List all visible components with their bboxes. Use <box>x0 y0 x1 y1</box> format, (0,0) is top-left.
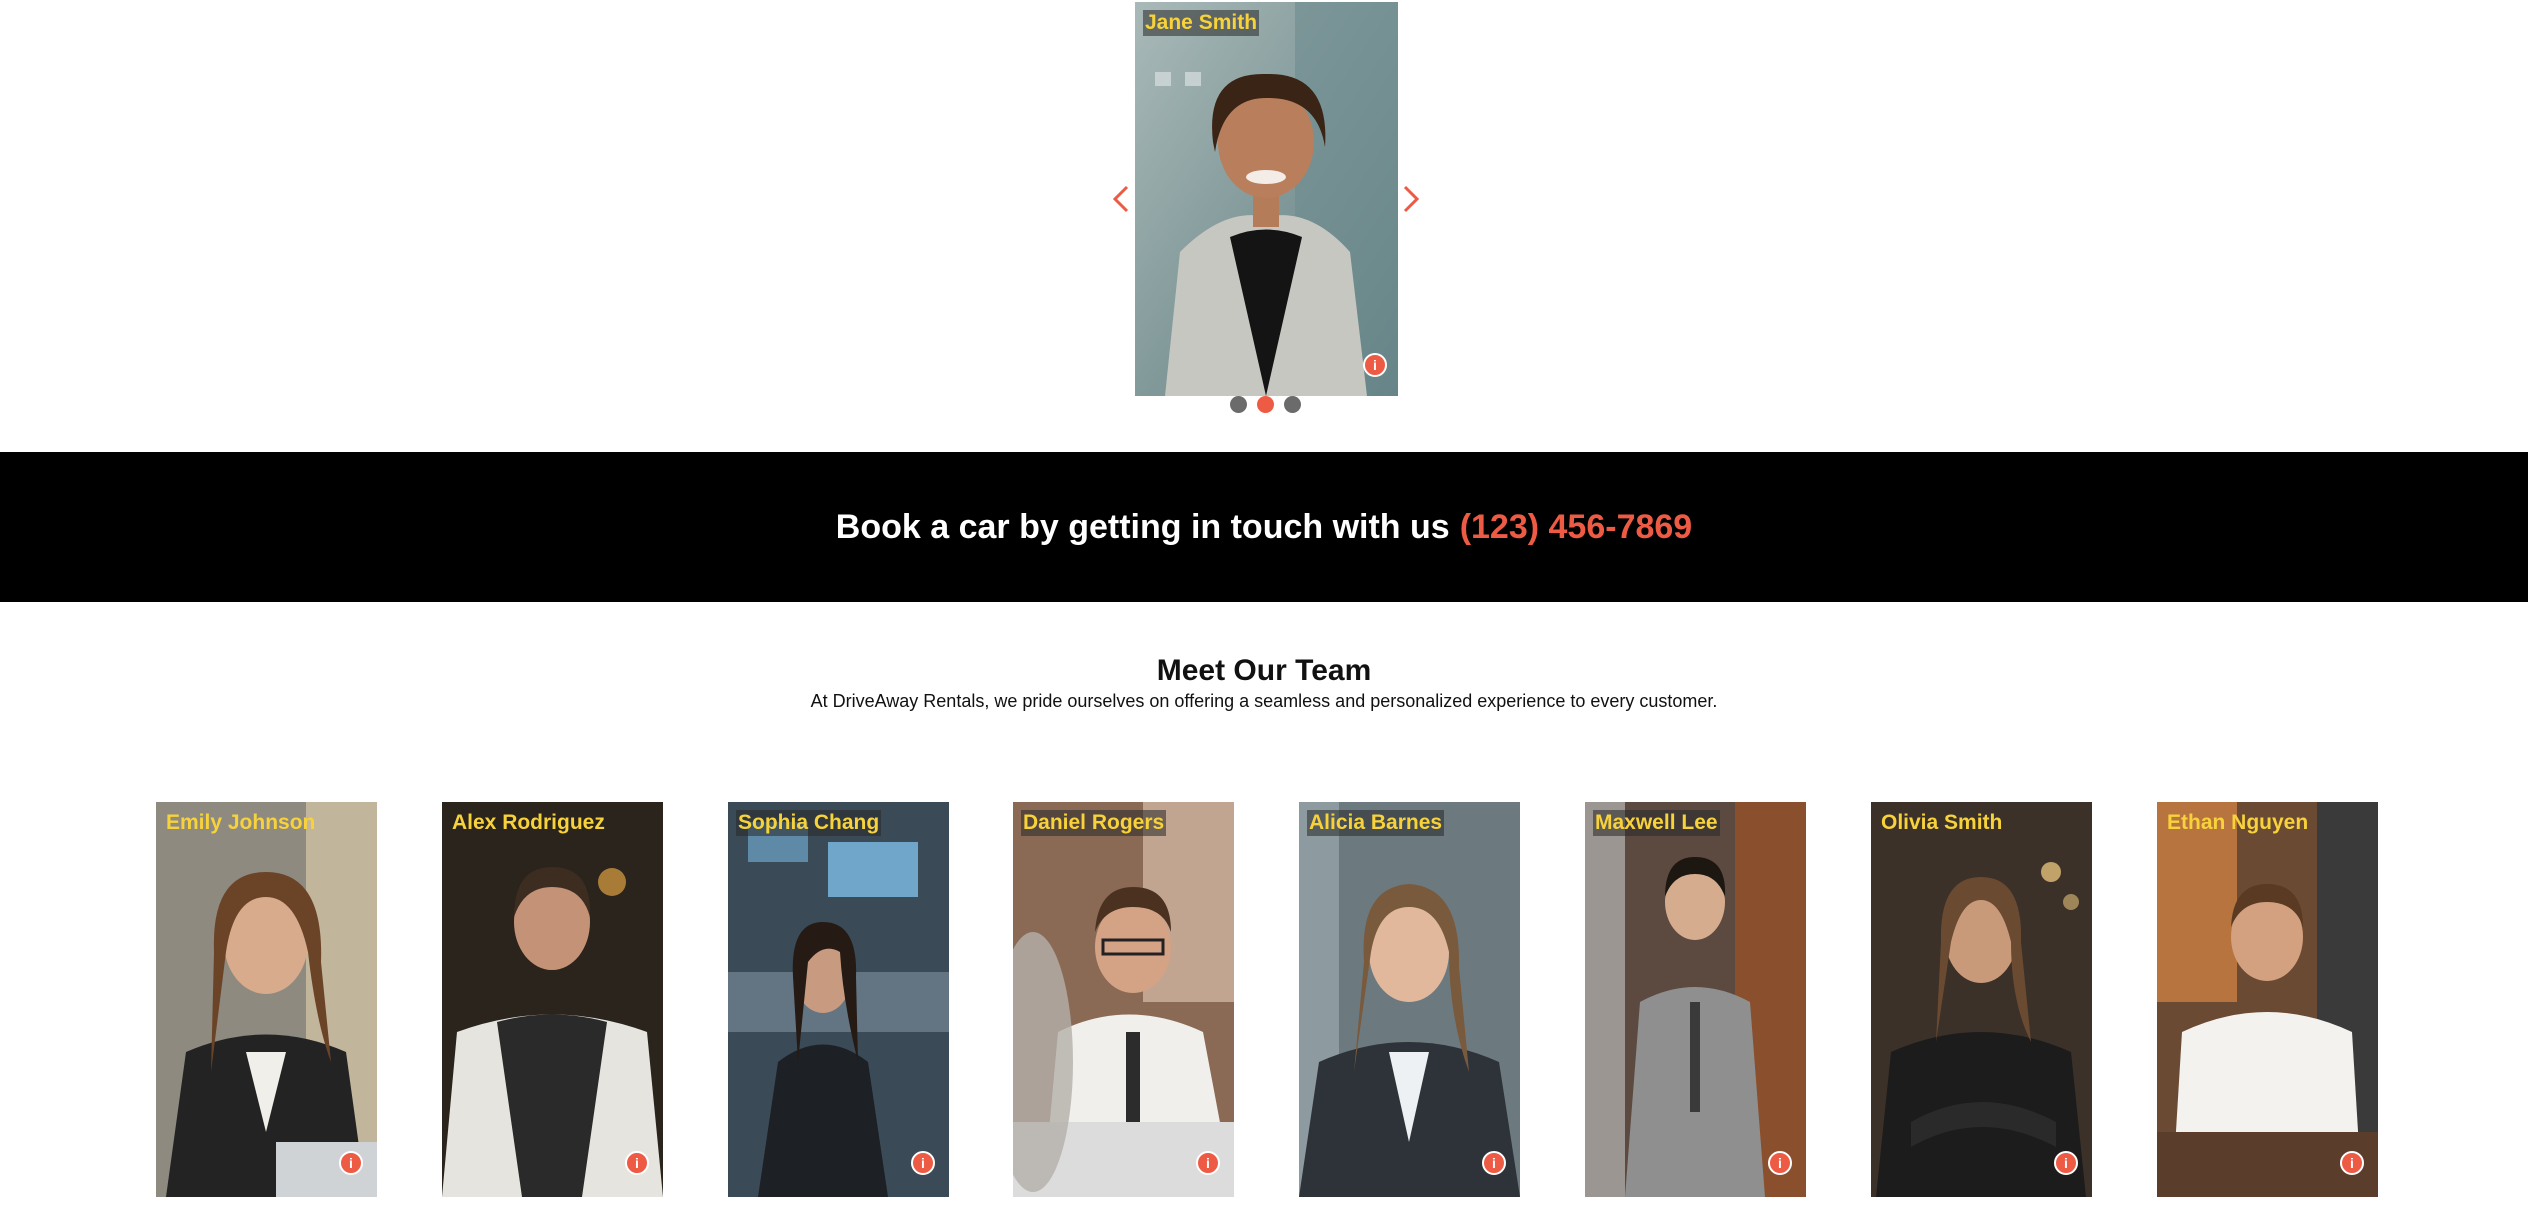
carousel-pagination <box>1230 396 1301 413</box>
team-card-name: Alicia Barnes <box>1307 810 1445 836</box>
team-card-name: Ethan Nguyen <box>2167 811 2309 834</box>
testimonial-carousel: Jane Smith i <box>0 0 2528 452</box>
team-grid: Emily Johnson i Alex Rodriguez i Sophia … <box>0 802 2528 1197</box>
banner-phone-link[interactable]: (123) 456-7869 <box>1460 508 1693 547</box>
team-card-name: Olivia Smith <box>1881 811 2003 834</box>
carousel-prev-button[interactable] <box>1108 181 1134 217</box>
booking-banner: Book a car by getting in touch with us (… <box>0 452 2528 602</box>
info-icon[interactable]: i <box>1196 1151 1220 1175</box>
info-icon[interactable]: i <box>2054 1151 2078 1175</box>
info-icon[interactable]: i <box>2340 1151 2364 1175</box>
portrait-image <box>1871 802 2092 1197</box>
team-card[interactable]: Sophia Chang i <box>728 802 949 1197</box>
portrait-image <box>1299 802 1520 1197</box>
portrait-image <box>1013 802 1234 1197</box>
team-card-name: Emily Johnson <box>166 811 316 834</box>
carousel-slide: Jane Smith i <box>1135 2 1398 396</box>
chevron-left-icon <box>1112 185 1129 213</box>
team-card-name: Alex Rodriguez <box>452 811 605 834</box>
slide-name-label: Jane Smith <box>1143 10 1260 36</box>
carousel-dot-3[interactable] <box>1284 396 1301 413</box>
team-card-name: Maxwell Lee <box>1593 810 1720 836</box>
team-card[interactable]: Alex Rodriguez i <box>442 802 663 1197</box>
portrait-image <box>1135 2 1398 396</box>
carousel-dot-1[interactable] <box>1230 396 1247 413</box>
team-subtitle: At DriveAway Rentals, we pride ourselves… <box>810 691 1718 711</box>
info-icon[interactable]: i <box>339 1151 363 1175</box>
team-card[interactable]: Emily Johnson i <box>156 802 377 1197</box>
team-card-name: Sophia Chang <box>736 810 882 836</box>
team-card[interactable]: Daniel Rogers i <box>1013 802 1234 1197</box>
team-card[interactable]: Ethan Nguyen i <box>2157 802 2378 1197</box>
team-card[interactable]: Maxwell Lee i <box>1585 802 1806 1197</box>
portrait-image <box>1585 802 1806 1197</box>
portrait-image <box>442 802 663 1197</box>
team-card-name: Daniel Rogers <box>1021 810 1167 836</box>
info-icon[interactable]: i <box>625 1151 649 1175</box>
portrait-image <box>2157 802 2378 1197</box>
info-icon[interactable]: i <box>1482 1151 1506 1175</box>
team-card[interactable]: Olivia Smith i <box>1871 802 2092 1197</box>
info-icon[interactable]: i <box>1768 1151 1792 1175</box>
banner-text: Book a car by getting in touch with us <box>835 507 1450 546</box>
team-heading: Meet Our Team <box>1156 654 1372 687</box>
info-icon[interactable]: i <box>911 1151 935 1175</box>
portrait-image <box>156 802 377 1197</box>
chevron-right-icon <box>1403 185 1420 213</box>
carousel-next-button[interactable] <box>1398 181 1424 217</box>
carousel-dot-2[interactable] <box>1257 396 1274 413</box>
info-icon[interactable]: i <box>1363 353 1387 377</box>
team-card[interactable]: Alicia Barnes i <box>1299 802 1520 1197</box>
portrait-image <box>728 802 949 1197</box>
